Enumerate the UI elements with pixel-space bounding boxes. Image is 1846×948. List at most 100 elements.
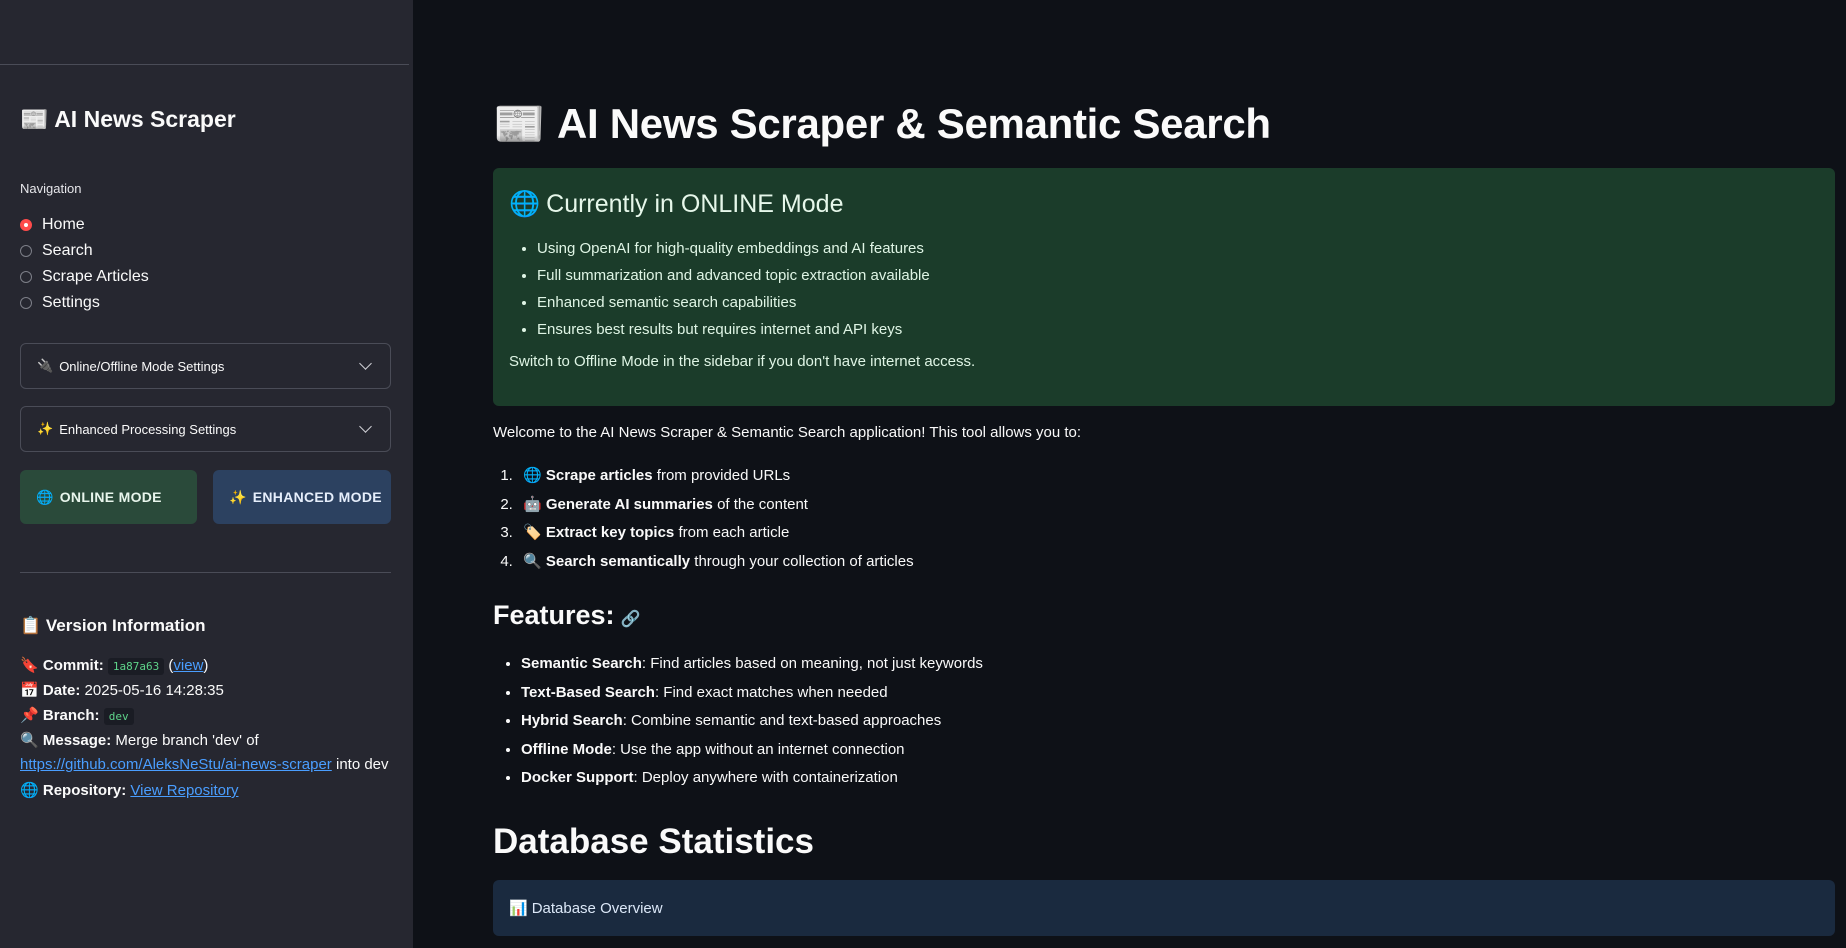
nav-radio-home[interactable]: Home [20, 212, 149, 238]
commit-hash: 1a87a63 [107, 658, 165, 675]
chevron-down-icon[interactable] [359, 357, 372, 370]
sidebar-title-text: AI News Scraper [54, 106, 236, 132]
feature-desc: : Find articles based on meaning, not ju… [641, 655, 983, 672]
sparkles-icon: ✨ [229, 488, 247, 505]
date-line: 📅 Date: 2025-05-16 14:28:35 [20, 681, 224, 699]
online-mode-label: ONLINE MODE [59, 489, 162, 505]
features-list: Semantic Search: Find articles based on … [493, 650, 983, 793]
message-label: Message: [42, 732, 112, 749]
list-item: Docker Support: Deploy anywhere with con… [521, 764, 983, 793]
expander-label: Online/Offline Mode Settings [59, 358, 225, 374]
expander-label: Enhanced Processing Settings [59, 421, 237, 437]
newspaper-icon: 📰 [493, 100, 545, 147]
branch-label: Branch: [42, 707, 100, 724]
message-line-2: https://github.com/AleksNeStu/ai-news-sc… [20, 756, 389, 773]
branch-value: dev [103, 708, 134, 725]
nav-radio-scrape-articles[interactable]: Scrape Articles [20, 264, 149, 290]
chevron-down-icon[interactable] [359, 420, 372, 433]
repository-line: 🌐 Repository: View Repository [20, 781, 238, 799]
list-item: Ensures best results but requires intern… [537, 316, 1819, 343]
anchor-link-icon[interactable]: 🔗 [621, 609, 641, 629]
list-item: Text-Based Search: Find exact matches wh… [521, 679, 983, 708]
feature-name: Semantic Search [521, 655, 642, 672]
features-heading-text: Features: [493, 600, 615, 630]
online-offline-settings-expander[interactable]: 🔌 Online/Offline Mode Settings [20, 343, 391, 389]
step-bold: Search semantically [545, 552, 691, 570]
features-heading: Features: 🔗 [493, 600, 640, 631]
feature-name: Offline Mode [521, 740, 612, 758]
radio-button[interactable] [20, 297, 32, 309]
radio-button[interactable] [20, 271, 32, 283]
newspaper-icon: 📰 [20, 106, 49, 132]
nav-radio-label: Scrape Articles [42, 268, 149, 285]
online-mode-button[interactable]: 🌐 ONLINE MODE [20, 470, 197, 524]
welcome-text: Welcome to the AI News Scraper & Semanti… [493, 424, 1082, 441]
robot-icon: 🤖 [523, 495, 542, 513]
online-mode-alert: 🌐Currently in ONLINE Mode Using OpenAI f… [493, 168, 1835, 406]
radio-button[interactable] [20, 245, 32, 257]
commit-label: Commit: [42, 657, 104, 674]
sidebar: 📰 AI News Scraper Navigation Home Search… [0, 0, 413, 948]
plug-icon: 🔌 [37, 358, 54, 373]
page-title: 📰 AI News Scraper & Semantic Search [493, 100, 1271, 149]
navigation-radio-group: Home Search Scrape Articles Settings [20, 212, 149, 316]
nav-radio-settings[interactable]: Settings [20, 290, 149, 316]
pushpin-icon: 📌 [20, 707, 39, 724]
version-info-title-text: Version Information [45, 616, 206, 635]
nav-radio-label: Search [42, 242, 93, 259]
message-value: Merge branch 'dev' of [115, 732, 259, 749]
page-title-text: AI News Scraper & Semantic Search [557, 100, 1271, 147]
feature-name: Text-Based Search [521, 683, 655, 701]
sidebar-divider [20, 572, 391, 573]
enhanced-mode-label: ENHANCED MODE [252, 489, 382, 505]
globe-icon: 🌐 [523, 467, 542, 484]
database-overview-box: 📊 Database Overview [493, 880, 1835, 936]
view-repository-link[interactable]: View Repository [130, 782, 238, 799]
github-repo-url-link[interactable]: https://github.com/AleksNeStu/ai-news-sc… [20, 756, 332, 773]
calendar-icon: 📅 [20, 682, 39, 699]
feature-desc: : Use the app without an internet connec… [611, 740, 905, 758]
online-mode-heading-text: Currently in ONLINE Mode [546, 190, 844, 218]
step-bold: Extract key topics [545, 524, 675, 541]
step-bold: Scrape articles [545, 467, 653, 484]
feature-desc: : Find exact matches when needed [654, 683, 888, 701]
list-item: 🔍 Search semantically through your colle… [517, 548, 914, 577]
list-item: Using OpenAI for high-quality embeddings… [537, 235, 1819, 262]
tag-icon: 🏷️ [523, 524, 542, 541]
clipboard-icon: 📋 [20, 616, 42, 635]
offline-switch-note: Switch to Offline Mode in the sidebar if… [509, 353, 976, 370]
list-item: 🏷️ Extract key topics from each article [517, 519, 914, 548]
repository-label: Repository: [42, 782, 127, 799]
version-info-title: 📋 Version Information [20, 616, 206, 636]
sidebar-title: 📰 AI News Scraper [20, 106, 236, 133]
step-rest: from provided URLs [656, 467, 791, 484]
radio-button-selected[interactable] [20, 219, 32, 231]
online-mode-bullets: Using OpenAI for high-quality embeddings… [509, 235, 1819, 343]
sidebar-top-divider [0, 64, 409, 65]
list-item: 🤖 Generate AI summaries of the content [517, 491, 914, 520]
online-mode-heading: 🌐 Currently in ONLINE Mode [509, 190, 1819, 219]
bookmark-icon: 🔖 [20, 657, 39, 674]
list-item: Full summarization and advanced topic ex… [537, 262, 1819, 289]
step-rest: through your collection of articles [694, 552, 914, 570]
enhanced-mode-button[interactable]: ✨ ENHANCED MODE [213, 470, 391, 524]
main-content: 📰 AI News Scraper & Semantic Search 🌐 Curr… [413, 0, 1846, 948]
capabilities-list: 🌐 Scrape articles from provided URLs 🤖 G… [493, 462, 914, 576]
nav-radio-search[interactable]: Search [20, 238, 149, 264]
database-statistics-heading: Database Statistics [493, 822, 814, 861]
feature-name: Docker Support [521, 769, 634, 786]
navigation-label: Navigation [20, 181, 82, 196]
magnifier-icon: 🔍 [20, 732, 39, 749]
commit-paren-close: ) [203, 657, 209, 674]
step-rest: of the content [717, 495, 808, 513]
message-line: 🔍 Message: Merge branch 'dev' of [20, 731, 259, 749]
globe-icon: 🌐 [36, 488, 54, 505]
database-overview-text: Database Overview [531, 899, 663, 917]
globe-icon: 🌐 [20, 782, 39, 799]
commit-view-link[interactable]: view [173, 657, 203, 674]
sparkles-icon: ✨ [37, 421, 54, 436]
nav-radio-label: Home [42, 216, 85, 233]
feature-name: Hybrid Search [521, 712, 623, 729]
enhanced-processing-settings-expander[interactable]: ✨ Enhanced Processing Settings [20, 406, 391, 452]
step-bold: Generate AI summaries [545, 495, 713, 513]
